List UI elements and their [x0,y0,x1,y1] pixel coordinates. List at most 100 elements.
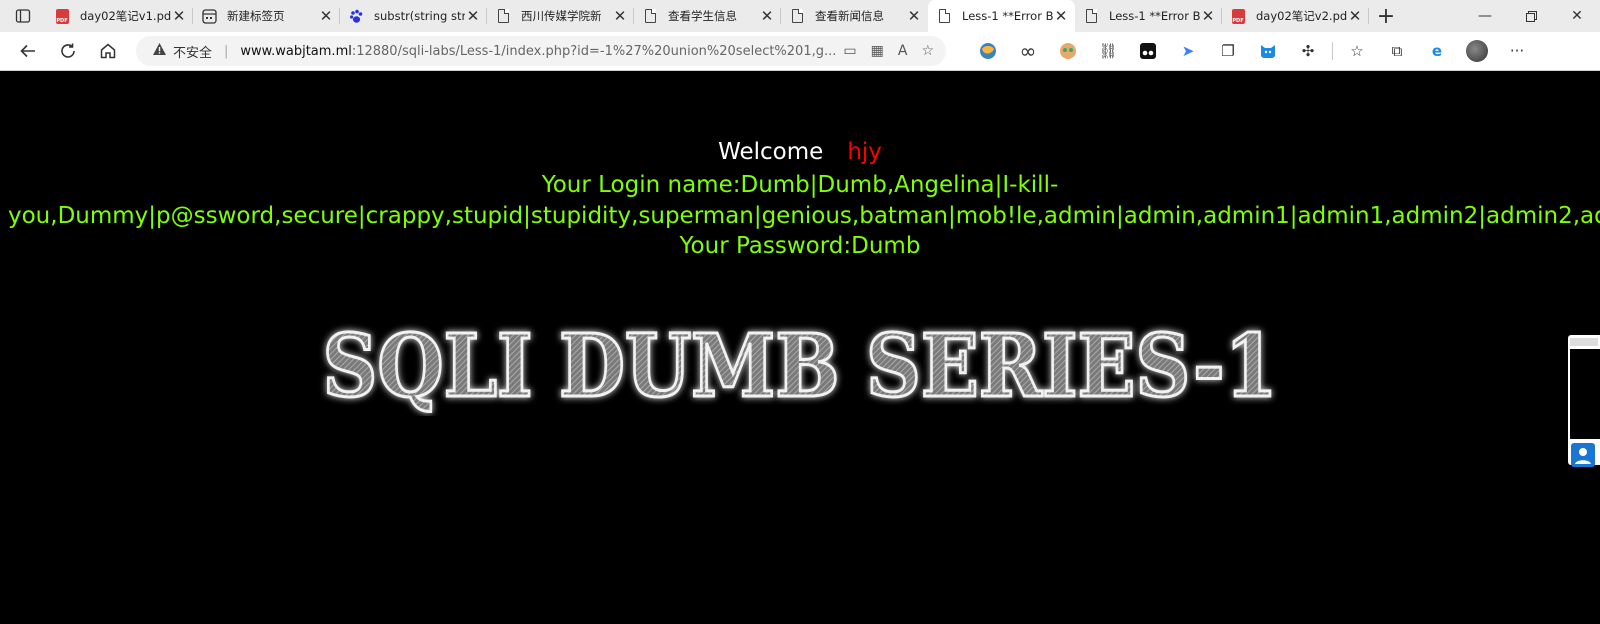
widget-header [1570,338,1598,346]
back-button[interactable] [8,32,48,70]
bird-icon: ➤ [1181,42,1195,60]
close-tab-icon[interactable]: ✕ [612,7,628,25]
tab[interactable]: PDF day02笔记v1.pdf ✕ [46,0,193,32]
browser-essentials-button[interactable]: e [1417,36,1457,66]
tab[interactable]: 查看新闻信息 ✕ [781,0,928,32]
tab-title: 新建标签页 [227,9,285,23]
plus-icon: + [1376,3,1396,29]
read-aloud-icon[interactable]: A [898,43,908,59]
qr-code-icon[interactable]: ▦ [871,43,884,59]
tab-title: Less-1 **Error B [1109,9,1200,23]
document-icon [495,8,511,24]
infinity-icon: ∞ [1019,39,1037,63]
address-bar-actions: ▭ ▦ A ☆ [843,43,934,59]
tab[interactable]: Less-1 **Error B ✕ [1075,0,1222,32]
device-icon[interactable]: ▭ [843,43,856,59]
username: hjy [847,139,882,165]
tab-actions-button[interactable] [0,0,46,32]
url-host: www.wabjtam.ml [240,43,352,59]
collections-button[interactable]: ⧉ [1377,36,1417,66]
close-tab-icon[interactable]: ✕ [759,7,775,25]
extension-button[interactable] [968,36,1008,66]
document-icon [936,8,952,24]
welcome-line: Welcome hjy [0,139,1600,165]
tab[interactable]: 查看学生信息 ✕ [634,0,781,32]
warning-icon[interactable] [152,42,167,60]
extension-button[interactable]: ⛓ [1088,36,1128,66]
extension-button[interactable] [1128,36,1168,66]
tab-title: substr(string str [374,9,465,23]
avatar [1466,40,1488,62]
extension-button[interactable]: ➤ [1168,36,1208,66]
profile-button[interactable] [1457,36,1497,66]
address-bar[interactable]: 不安全 | www.wabjtam.ml:12880/sqli-labs/Les… [136,36,946,66]
edge-icon: e [1431,42,1443,60]
refresh-icon [61,43,75,58]
tab-active[interactable]: Less-1 **Error B ✕ [928,0,1075,32]
security-label[interactable]: 不安全 [173,42,212,61]
tab-title: 查看新闻信息 [815,9,884,23]
browser-toolbar: 不安全 | www.wabjtam.ml:12880/sqli-labs/Les… [0,32,1600,71]
close-tab-icon[interactable]: ✕ [906,7,922,25]
restore-icon [1525,10,1537,22]
document-icon [1083,8,1099,24]
close-tab-icon[interactable]: ✕ [1200,7,1216,25]
close-tab-icon[interactable]: ✕ [171,7,187,25]
collections-icon: ⧉ [1391,42,1403,60]
extension-button[interactable] [1048,36,1088,66]
tab[interactable]: PDF day02笔记v2.pdf ✕ [1222,0,1369,32]
add-favorite-icon[interactable]: ☆ [921,43,934,59]
tab-title: Less-1 **Error B [962,9,1053,23]
pdf-icon: PDF [1230,8,1246,24]
more-icon: ··· [1509,42,1525,60]
page-content: Welcome hjy Your Login name:Dumb|Dumb,Ang… [0,71,1600,624]
widget-preview [1570,349,1600,439]
favorites-icon: ☆ [1350,42,1364,60]
favorites-button[interactable]: ☆ [1337,36,1377,66]
divider: | [224,43,229,59]
home-icon [100,43,116,59]
password-line: Your Password:Dumb [679,233,921,259]
extension-button[interactable] [1248,36,1288,66]
document-icon [642,8,658,24]
extension-button[interactable]: ∞ [1008,36,1048,66]
tab-title: 查看学生信息 [668,9,737,23]
refresh-button[interactable] [48,32,88,70]
login-name-continued: you,Dummy|p@ssword,secure|crappy,stupid|… [8,203,1600,229]
extensions-button[interactable]: ✣ [1288,36,1328,66]
document-icon [789,8,805,24]
tab-title: 西川传媒学院新 [521,9,602,23]
welcome-label: Welcome [718,139,824,165]
person-icon[interactable] [1571,443,1595,467]
url-path: :12880/sqli-labs/Less-1/index.php?id=-1%… [351,43,837,59]
restore-button[interactable] [1508,0,1554,32]
sqli-banner-logo: SQLI DUMB SERIES-1 [321,316,1279,416]
tab[interactable]: substr(string str ✕ [340,0,487,32]
divider [1332,42,1333,60]
tampermonkey-icon [1140,43,1156,59]
tab[interactable]: 西川传媒学院新 ✕ [487,0,634,32]
tab[interactable]: 新建标签页 ✕ [193,0,340,32]
close-tab-icon[interactable]: ✕ [1053,7,1069,25]
home-button[interactable] [88,32,128,70]
puzzle-icon: ✣ [1301,42,1315,60]
close-window-button[interactable]: ✕ [1554,0,1600,32]
window-controls: — ✕ [1462,0,1600,32]
extensions-bar: ∞ ⛓ ➤ ❐ ✣ ☆ ⧉ e ··· [968,36,1537,66]
baidu-paw-icon [348,8,364,24]
cat-extension-icon [1261,45,1275,58]
minimize-button[interactable]: — [1462,0,1508,32]
copy-icon: ❐ [1221,42,1235,60]
extension-button[interactable]: ❐ [1208,36,1248,66]
close-tab-icon[interactable]: ✕ [465,7,481,25]
new-tab-button[interactable]: + [1369,0,1403,32]
pdf-icon: PDF [54,8,70,24]
login-name-line: Your Login name:Dumb|Dumb,Angelina|I-kil… [541,172,1059,198]
close-tab-icon[interactable]: ✕ [1347,7,1363,25]
tab-actions-icon [15,9,31,23]
close-tab-icon[interactable]: ✕ [318,7,334,25]
side-panel-widget[interactable] [1568,335,1600,467]
shield-extension-icon [980,43,996,59]
settings-menu-button[interactable]: ··· [1497,36,1537,66]
banner-text: SQLI DUMB SERIES-1 [323,316,1278,416]
